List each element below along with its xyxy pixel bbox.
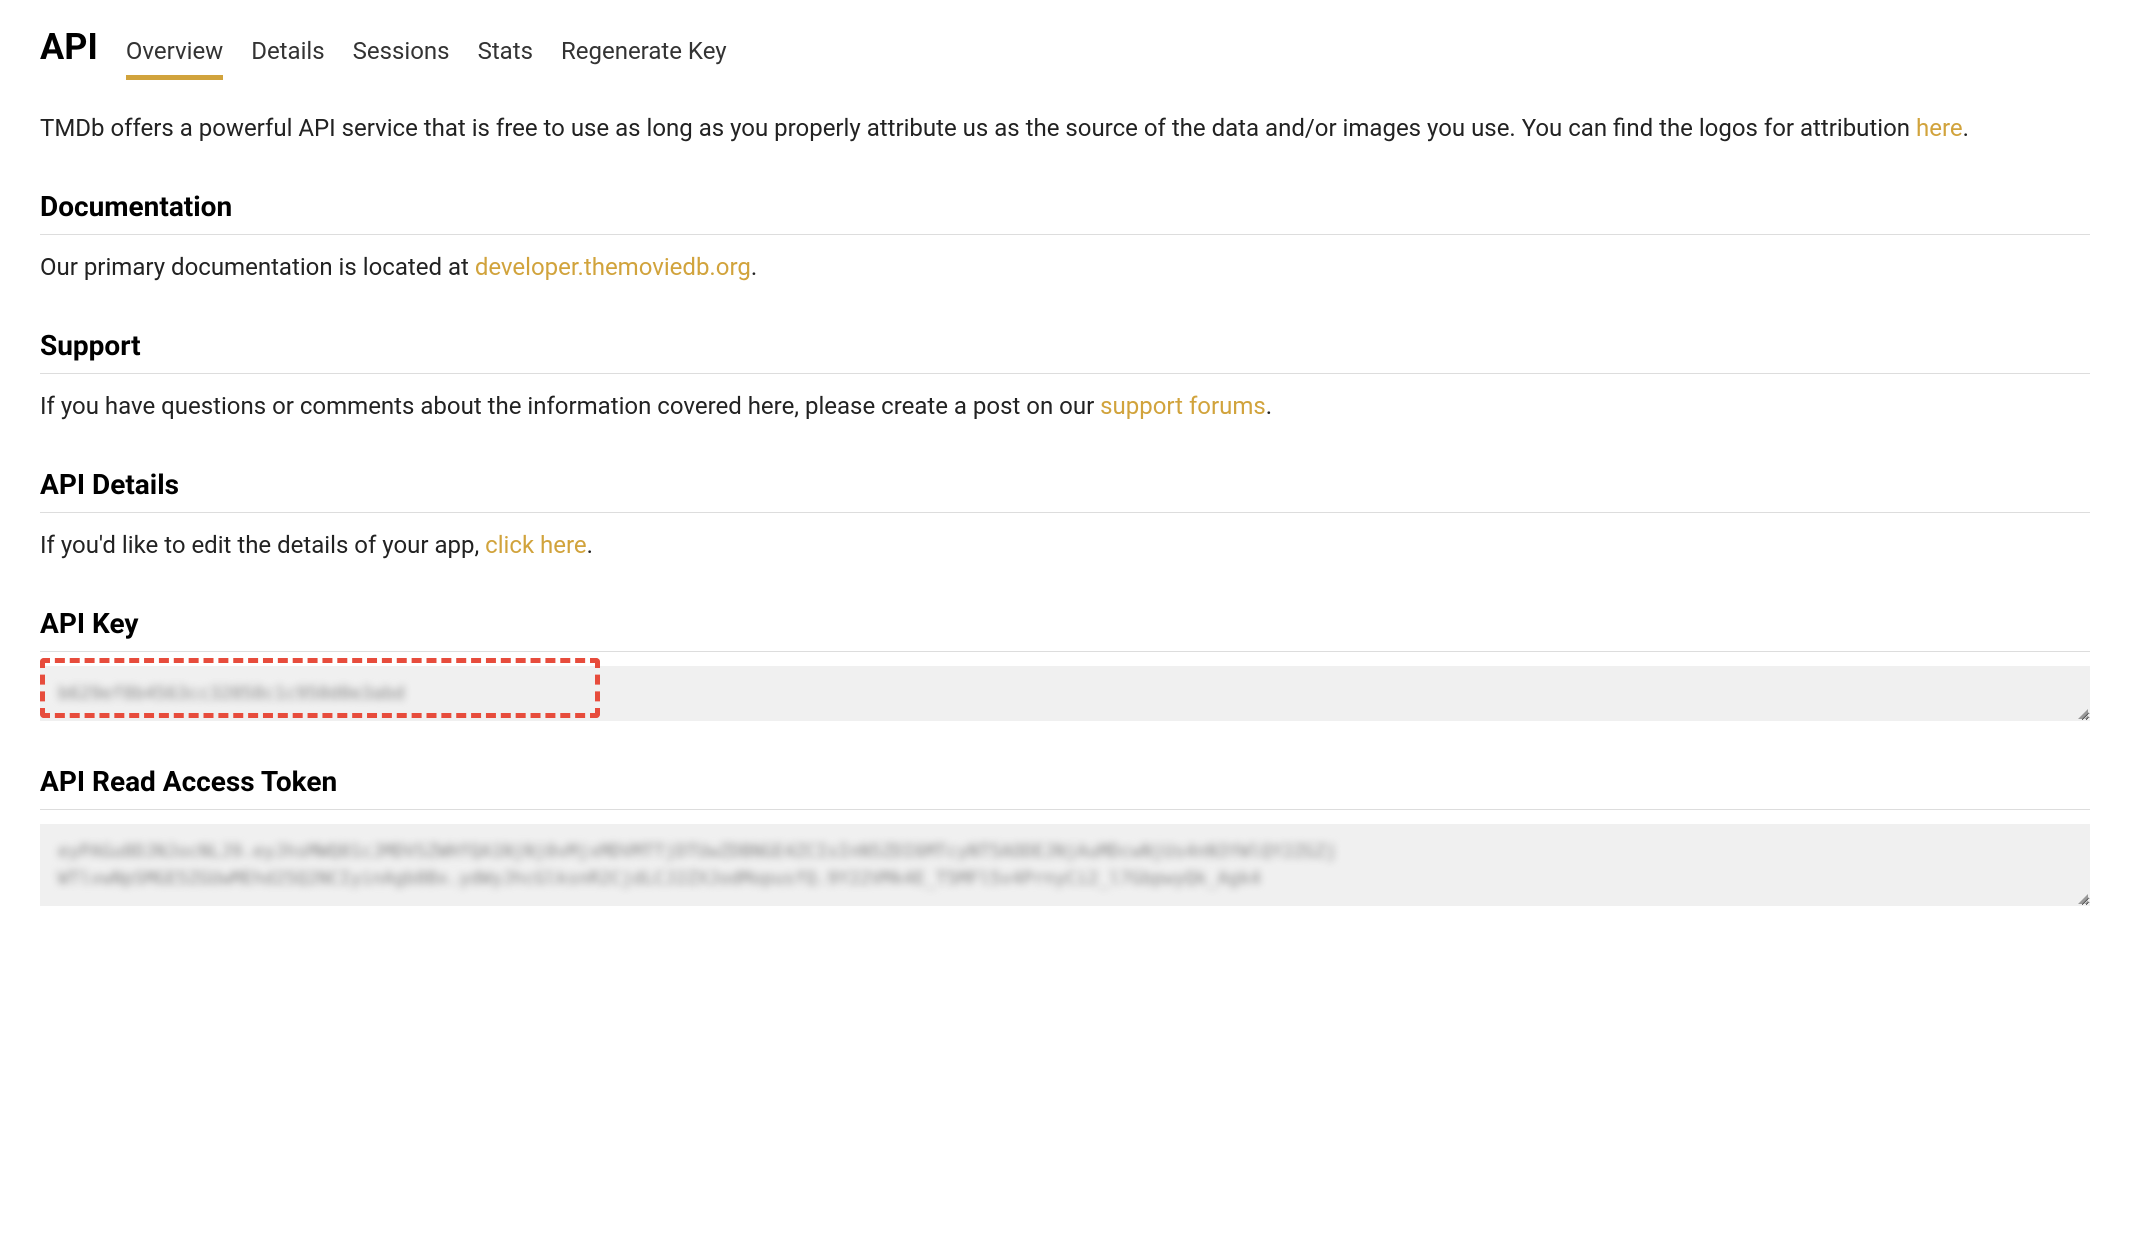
api-key-value: b629ef8b4563cc32058c1c950d0e3abd	[58, 683, 405, 704]
support-forums-link[interactable]: support forums	[1100, 392, 1266, 420]
support-section: Support If you have questions or comment…	[40, 325, 2090, 424]
api-token-value: eyPAGu0DJNJocNLJ9.eyJhsMWQ01cJMDVSZWHfQA…	[58, 841, 1337, 889]
page-title: API	[40, 20, 98, 74]
api-token-section: API Read Access Token eyPAGu0DJNJocNLJ9.…	[40, 761, 2090, 906]
api-token-value-box[interactable]: eyPAGu0DJNJocNLJ9.eyJhsMWQ01cJMDVSZWHfQA…	[40, 824, 2090, 906]
intro-text-before: TMDb offers a powerful API service that …	[40, 114, 1916, 142]
tabs-container: Overview Details Sessions Stats Regenera…	[126, 33, 727, 80]
api-details-text: If you'd like to edit the details of you…	[40, 527, 2090, 563]
documentation-text-after: .	[751, 253, 757, 281]
api-details-text-after: .	[587, 531, 593, 559]
documentation-text-before: Our primary documentation is located at	[40, 253, 475, 281]
tab-overview[interactable]: Overview	[126, 33, 223, 80]
support-heading: Support	[40, 325, 2090, 374]
tab-sessions[interactable]: Sessions	[353, 33, 450, 80]
edit-details-link[interactable]: click here	[485, 531, 587, 559]
support-text-before: If you have questions or comments about …	[40, 392, 1100, 420]
tab-stats[interactable]: Stats	[478, 33, 533, 80]
support-text-after: .	[1266, 392, 1272, 420]
support-text: If you have questions or comments about …	[40, 388, 2090, 424]
documentation-section: Documentation Our primary documentation …	[40, 186, 2090, 285]
documentation-text: Our primary documentation is located at …	[40, 249, 2090, 285]
api-token-heading: API Read Access Token	[40, 761, 2090, 810]
api-details-heading: API Details	[40, 464, 2090, 513]
documentation-heading: Documentation	[40, 186, 2090, 235]
api-details-text-before: If you'd like to edit the details of you…	[40, 531, 485, 559]
documentation-link[interactable]: developer.themoviedb.org	[475, 253, 751, 281]
tab-details[interactable]: Details	[251, 33, 324, 80]
api-key-heading: API Key	[40, 603, 2090, 652]
api-details-section: API Details If you'd like to edit the de…	[40, 464, 2090, 563]
tab-regenerate-key[interactable]: Regenerate Key	[561, 33, 727, 80]
api-key-section: API Key b629ef8b4563cc32058c1c950d0e3abd	[40, 603, 2090, 721]
attribution-link[interactable]: here	[1916, 114, 1963, 142]
intro-paragraph: TMDb offers a powerful API service that …	[40, 110, 2090, 146]
intro-text-after: .	[1963, 114, 1969, 142]
api-key-value-box[interactable]: b629ef8b4563cc32058c1c950d0e3abd	[40, 666, 2090, 721]
